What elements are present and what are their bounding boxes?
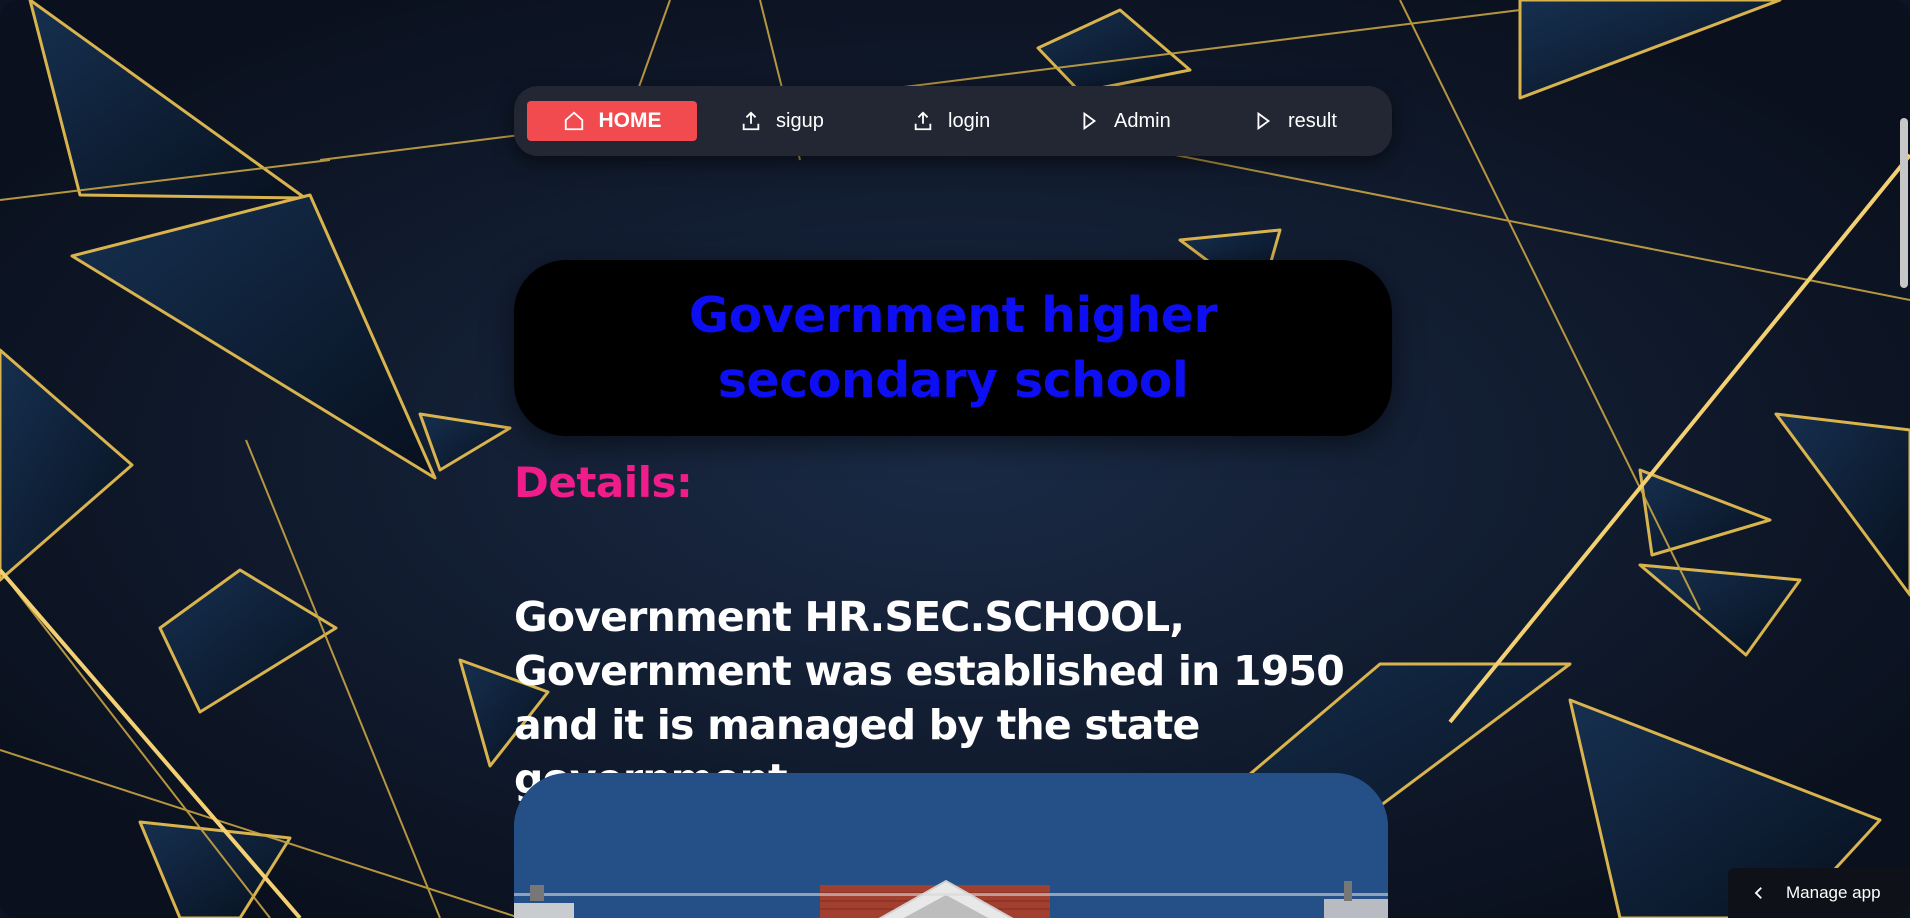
nav-home[interactable]: HOME (527, 101, 697, 141)
scrollbar-thumb[interactable] (1900, 118, 1908, 288)
nav-result-label: result (1288, 109, 1337, 132)
details-heading: Details: (514, 458, 693, 507)
nav-result[interactable]: result (1252, 101, 1337, 141)
manage-app-label: Manage app (1786, 883, 1881, 902)
nav-admin-label: Admin (1114, 109, 1171, 132)
school-building-image (514, 773, 1388, 918)
title-card: Government higher secondary school (514, 260, 1392, 436)
nav-signup[interactable]: sigup (740, 101, 824, 141)
home-icon (564, 111, 583, 131)
nav-login[interactable]: login (912, 101, 990, 141)
upload-icon (914, 111, 932, 131)
nav-signup-label: sigup (776, 109, 824, 132)
top-nav: HOME sigup login Admin result (514, 86, 1392, 156)
app-window: HOME sigup login Admin result Government… (0, 0, 1910, 918)
nav-login-label: login (948, 109, 991, 132)
play-icon (1257, 111, 1271, 131)
chevron-left-icon (1754, 887, 1762, 899)
upload-icon (742, 111, 760, 131)
play-icon (1083, 111, 1097, 131)
nav-admin[interactable]: Admin (1078, 101, 1171, 141)
school-photo (514, 773, 1388, 918)
page-title: Government higher secondary school (688, 287, 1218, 409)
nav-home-label: HOME (598, 109, 662, 132)
manage-app-button[interactable]: Manage app (1728, 868, 1910, 918)
